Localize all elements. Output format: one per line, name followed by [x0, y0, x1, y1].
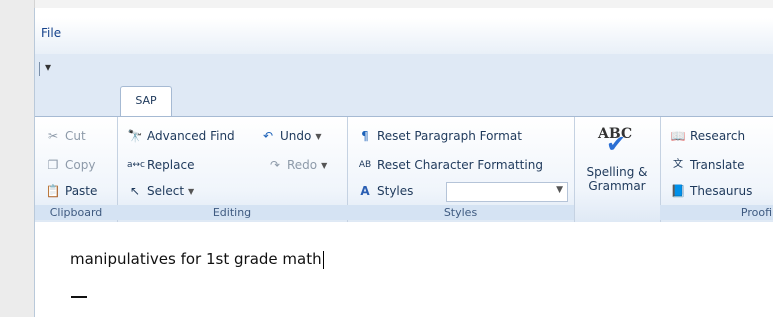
binoculars-icon: 🔭: [127, 129, 143, 143]
replace-label: Replace: [147, 158, 195, 172]
reset-paragraph-label: Reset Paragraph Format: [377, 129, 522, 143]
spelling-label-line1: Spelling &: [586, 165, 648, 179]
undo-icon: ↶: [262, 129, 274, 143]
research-label: Research: [690, 129, 746, 143]
redo-label: Redo: [287, 158, 318, 172]
paste-label: Paste: [65, 184, 98, 198]
spelling-group: ABC ✔ Spelling & Grammar: [574, 117, 661, 222]
proofing-group-label: Proofi: [660, 205, 773, 220]
left-frame: [0, 0, 35, 317]
select-button[interactable]: ↖ Select ▼: [127, 180, 194, 202]
end-of-document-mark: [71, 296, 87, 298]
copy-icon: ❐: [47, 158, 59, 172]
clipboard-group-label: Clipboard: [35, 205, 117, 220]
reset-character-formatting-button[interactable]: AB Reset Character Formatting: [357, 154, 543, 176]
translate-button[interactable]: 文 Translate: [670, 154, 745, 176]
ribbon-tab-row: SAP: [35, 86, 773, 116]
undo-label: Undo: [280, 129, 312, 143]
tab-sap[interactable]: SAP: [120, 86, 172, 116]
editing-group: 🔭 Advanced Find a↔c Replace ↖ Select ▼ ↶…: [117, 117, 348, 222]
qat-separator: [39, 62, 40, 76]
scissors-icon: ✂: [47, 129, 59, 143]
reset-paragraph-icon: ¶: [361, 129, 369, 143]
replace-button[interactable]: a↔c Replace: [127, 154, 194, 176]
top-strip: [0, 0, 773, 8]
redo-button[interactable]: ↷ Redo ▼: [267, 154, 327, 176]
styles-group: ¶ Reset Paragraph Format AB Reset Charac…: [347, 117, 575, 222]
undo-button[interactable]: ↶ Undo ▼: [260, 125, 322, 147]
reset-paragraph-format-button[interactable]: ¶ Reset Paragraph Format: [357, 125, 522, 147]
proofing-group: 📖 Research 文 Translate 📘 Thesaurus Proof…: [660, 117, 773, 222]
translate-icon: 文: [673, 159, 683, 170]
checkmark-icon: ✔: [606, 130, 627, 158]
research-button[interactable]: 📖 Research: [670, 125, 746, 147]
text-caret: [322, 250, 324, 269]
cut-button[interactable]: ✂ Cut: [45, 125, 86, 147]
spelling-label-line2: Grammar: [588, 179, 646, 193]
advanced-find-button[interactable]: 🔭 Advanced Find: [127, 125, 235, 147]
menu-bar: File: [35, 18, 773, 54]
replace-icon: a↔c: [127, 160, 146, 170]
styles-combo[interactable]: ▼: [446, 182, 568, 202]
styles-combo-dropdown-icon[interactable]: ▼: [556, 185, 563, 195]
redo-icon: ↷: [269, 158, 281, 172]
spelling-grammar-button[interactable]: ABC ✔ Spelling & Grammar: [574, 121, 660, 193]
styles-button[interactable]: A Styles: [357, 180, 413, 202]
research-icon: 📖: [670, 129, 686, 143]
spelling-check-icon: ABC ✔: [574, 121, 660, 163]
paste-icon: 📋: [45, 184, 61, 198]
file-menu[interactable]: File: [41, 26, 61, 40]
translate-label: Translate: [690, 158, 745, 172]
ribbon: ✂ Cut ❐ Copy 📋 Paste Clipboard 🔭 Advance…: [35, 116, 773, 223]
qat-dropdown-icon[interactable]: ▾: [45, 60, 51, 74]
copy-label: Copy: [65, 158, 96, 172]
select-label: Select: [147, 184, 185, 198]
redo-dropdown-icon[interactable]: ▼: [321, 161, 327, 170]
paste-button[interactable]: 📋 Paste: [45, 180, 98, 202]
advanced-find-label: Advanced Find: [147, 129, 235, 143]
cut-label: Cut: [65, 129, 86, 143]
editor-window: File ▾ SAP ✂ Cut ❐ Copy 📋 Paste Clipboar…: [34, 8, 773, 317]
cursor-arrow-icon: ↖: [129, 184, 141, 198]
editing-group-label: Editing: [117, 205, 347, 220]
styles-label: Styles: [377, 184, 414, 198]
quick-access-toolbar: ▾: [35, 54, 773, 86]
document-text-line[interactable]: manipulatives for 1st grade math: [70, 250, 324, 269]
undo-dropdown-icon[interactable]: ▼: [315, 132, 321, 141]
styles-icon: A: [360, 184, 370, 198]
thesaurus-label: Thesaurus: [690, 184, 753, 198]
select-dropdown-icon[interactable]: ▼: [188, 187, 194, 196]
thesaurus-icon: 📘: [670, 184, 686, 198]
reset-character-icon: AB: [358, 160, 372, 170]
styles-group-label: Styles: [347, 205, 574, 220]
thesaurus-button[interactable]: 📘 Thesaurus: [670, 180, 753, 202]
clipboard-group: ✂ Cut ❐ Copy 📋 Paste Clipboard: [35, 117, 118, 222]
copy-button[interactable]: ❐ Copy: [45, 154, 96, 176]
reset-character-label: Reset Character Formatting: [377, 158, 543, 172]
document-area[interactable]: manipulatives for 1st grade math: [35, 222, 773, 317]
document-text: manipulatives for 1st grade math: [70, 250, 322, 268]
